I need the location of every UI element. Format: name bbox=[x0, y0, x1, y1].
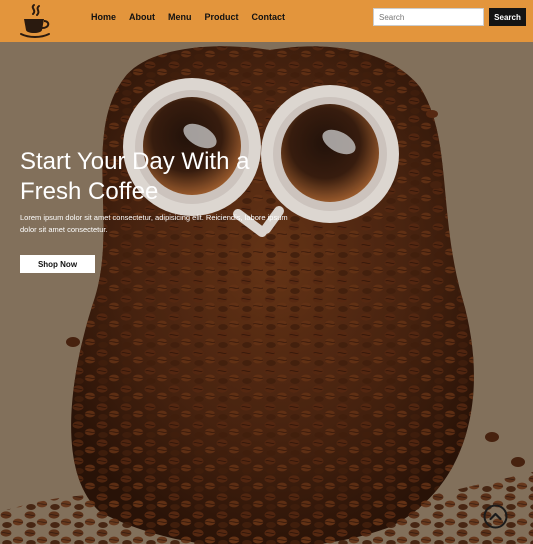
nav-home-link[interactable]: Home bbox=[91, 12, 116, 22]
hero-title: Start Your Day With a Fresh Coffee bbox=[20, 148, 250, 205]
main-nav: Home About Menu Product Contact bbox=[91, 12, 298, 22]
nav-menu-link[interactable]: Menu bbox=[168, 12, 192, 22]
search-input[interactable] bbox=[373, 8, 484, 26]
coffee-cup-logo-icon[interactable] bbox=[17, 1, 53, 39]
search-button[interactable]: Search bbox=[489, 8, 526, 26]
chevron-up-circle-icon[interactable] bbox=[483, 504, 508, 529]
nav-product-link[interactable]: Product bbox=[205, 12, 239, 22]
shop-now-button[interactable]: Shop Now bbox=[20, 255, 95, 273]
navbar: Home About Menu Product Contact Search bbox=[0, 0, 533, 42]
nav-about-link[interactable]: About bbox=[129, 12, 155, 22]
hero-subtitle: Lorem ipsum dolor sit amet consectetur, … bbox=[20, 213, 288, 234]
hero-section: Start Your Day With a Fresh Coffee Lorem… bbox=[0, 42, 533, 544]
coffee-bean-owl-image bbox=[0, 42, 533, 544]
nav-contact-link[interactable]: Contact bbox=[252, 12, 286, 22]
